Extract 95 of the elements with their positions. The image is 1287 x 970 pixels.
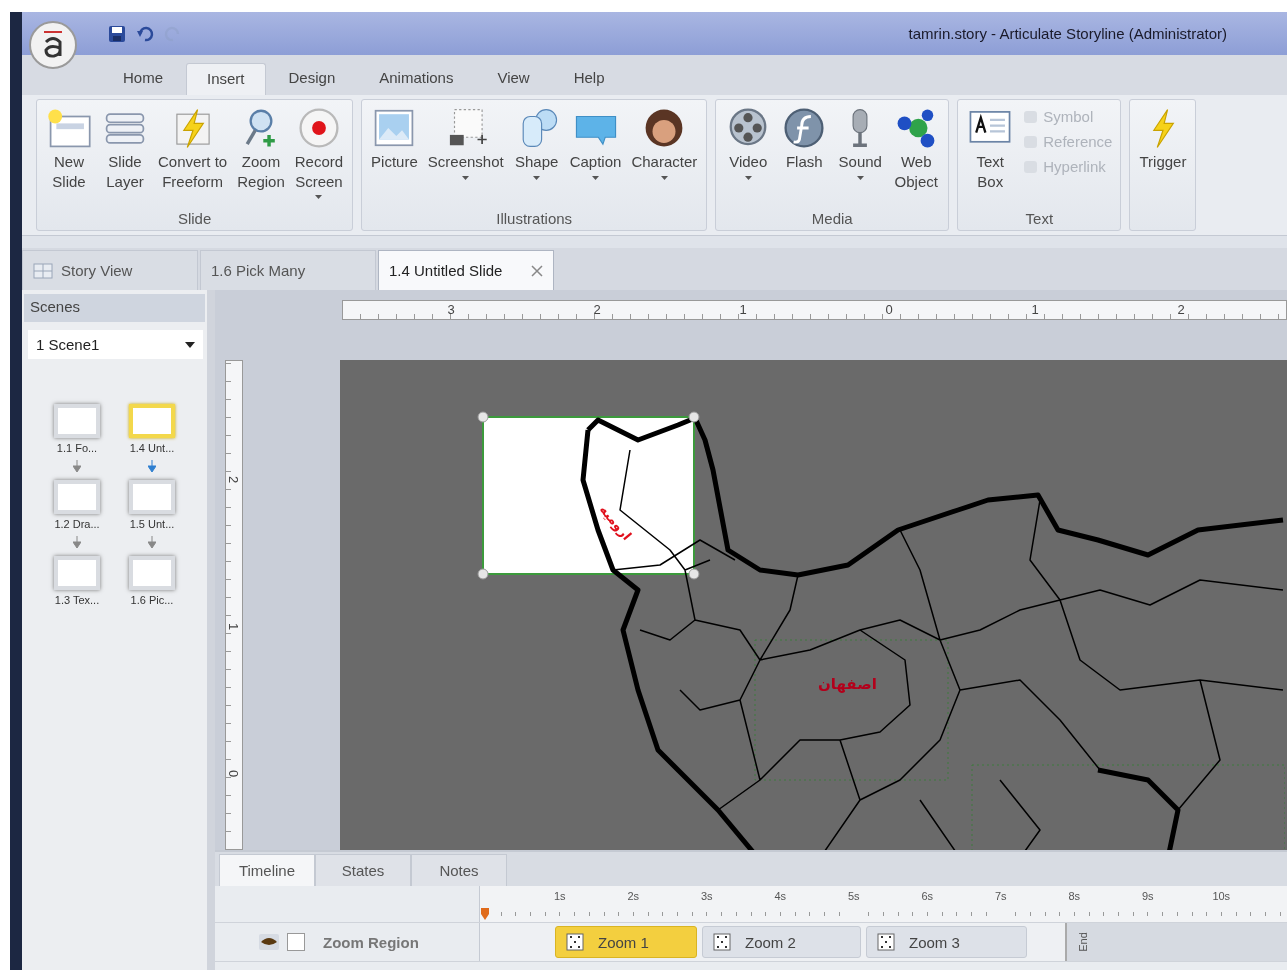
arrow-down-icon xyxy=(73,460,81,472)
close-icon[interactable] xyxy=(531,264,543,277)
end-marker-label: End xyxy=(1076,932,1089,952)
ruler-number: 1 xyxy=(1030,301,1040,319)
ribbon-group-label: Illustrations xyxy=(495,209,574,229)
time-tick-label: 8s xyxy=(1067,889,1082,902)
zoom-region-outline[interactable] xyxy=(754,639,949,781)
ribbon-button[interactable]: Video xyxy=(720,102,777,184)
ribbon-button[interactable]: Convert to Freeform xyxy=(153,102,233,195)
window-title: tamrin.story - Articulate Storyline (Administrator) xyxy=(908,25,1227,42)
save-icon[interactable] xyxy=(108,24,126,43)
time-tick-label: 6s xyxy=(920,889,935,902)
timeline-bar[interactable]: Zoom 2 xyxy=(702,926,861,958)
slide-label: 1.5 Unt... xyxy=(129,518,175,530)
ribbon-button[interactable]: Sound xyxy=(832,102,889,184)
slide-label: 1.6 Pic... xyxy=(130,594,174,606)
zoom-region-outline[interactable] xyxy=(971,764,1285,850)
zoom-region-icon xyxy=(713,933,731,951)
ribbon-button[interactable]: Caption xyxy=(564,102,627,184)
ruler-number: 2 xyxy=(225,475,243,484)
panel-tab[interactable]: Notes xyxy=(411,854,507,886)
arrow-down-icon xyxy=(73,536,81,548)
ribbon-tab[interactable]: Home xyxy=(102,62,184,95)
ribbon-tab[interactable]: View xyxy=(476,62,551,95)
slide-thumbnail[interactable] xyxy=(54,556,100,590)
slide-thumbnail[interactable] xyxy=(54,404,100,438)
ruler-number: 3 xyxy=(446,301,456,319)
undo-icon[interactable] xyxy=(136,24,154,43)
selection-handle-icon[interactable] xyxy=(477,411,489,423)
ruler-number: 0 xyxy=(884,301,894,319)
slide-label: 1.4 Unt... xyxy=(129,442,175,454)
ribbon-button[interactable]: Trigger xyxy=(1134,102,1192,176)
ruler-number: 2 xyxy=(592,301,602,319)
dropdown-arrow-icon xyxy=(185,341,195,348)
selection-handle-icon[interactable] xyxy=(688,568,700,580)
ribbon-button[interactable]: Picture xyxy=(366,102,423,176)
eye-icon[interactable] xyxy=(259,934,279,950)
time-tick-label: 10s xyxy=(1211,889,1232,902)
panel-title: Scenes xyxy=(24,294,205,322)
slide-thumbnail[interactable] xyxy=(129,480,175,514)
ribbon-button[interactable]: Zoom Region xyxy=(232,102,290,195)
arrow-down-icon xyxy=(148,460,156,472)
ruler-number: 2 xyxy=(1176,301,1186,319)
ribbon-button[interactable]: Shape xyxy=(508,102,565,184)
ribbon-button[interactable]: Screenshot xyxy=(422,102,509,184)
ribbon-group-label: Text xyxy=(1024,209,1055,229)
map-label: اصفهان xyxy=(818,675,877,693)
ribbon-tab[interactable]: Help xyxy=(552,62,626,95)
zoom-region-icon xyxy=(877,933,895,951)
slide-label: 1.2 Dra... xyxy=(54,518,100,530)
slide-thumbnail[interactable] xyxy=(129,556,175,590)
ribbon-tab[interactable]: Animations xyxy=(358,62,475,95)
timeline-bar[interactable]: Zoom 1 xyxy=(555,926,697,958)
time-tick-label: 2s xyxy=(626,889,641,902)
ruler-number: 0 xyxy=(225,769,243,778)
slide-label: 1.1 Fo... xyxy=(56,442,98,454)
ribbon-button[interactable]: Character xyxy=(626,102,703,184)
ruler-number: 1 xyxy=(738,301,748,319)
lock-checkbox[interactable] xyxy=(287,933,305,951)
ribbon-tab[interactable]: Insert xyxy=(186,63,266,95)
time-tick-label: 5s xyxy=(846,889,861,902)
selection-handle-icon[interactable] xyxy=(477,568,489,580)
time-tick-label: 3s xyxy=(699,889,714,902)
slide-thumbnail[interactable] xyxy=(129,404,175,438)
document-tab[interactable]: 1.4 Untitled Slide xyxy=(378,250,554,290)
time-tick-label: 9s xyxy=(1140,889,1155,902)
story-grid-icon xyxy=(33,262,53,279)
timeline-bar[interactable]: Zoom 3 xyxy=(866,926,1027,958)
ribbon-button[interactable]: Web Object xyxy=(888,102,945,195)
ribbon-tab[interactable]: Design xyxy=(267,62,357,95)
ribbon-button[interactable]: Flash xyxy=(776,102,833,176)
selection-handle-icon[interactable] xyxy=(688,411,700,423)
document-tab[interactable]: 1.6 Pick Many xyxy=(200,250,376,290)
time-tick-label: 7s xyxy=(993,889,1008,902)
zoom-region-frame[interactable] xyxy=(482,416,695,575)
ribbon-group-label: Slide xyxy=(176,209,213,229)
scene-dropdown[interactable]: 1 Scene1 xyxy=(28,330,203,359)
ribbon-button[interactable]: Record Screen xyxy=(289,102,349,203)
map-label: ارومیه xyxy=(596,501,635,544)
arrow-down-icon xyxy=(148,536,156,548)
panel-tab[interactable]: Timeline xyxy=(219,854,315,886)
ribbon-button[interactable]: Slide Layer xyxy=(97,102,153,195)
layer-name: Zoom Region xyxy=(323,933,419,951)
playhead-icon[interactable] xyxy=(481,908,489,920)
ribbon-button[interactable]: New Slide xyxy=(41,102,97,195)
time-tick-label: 1s xyxy=(552,889,567,902)
document-tab[interactable]: Story View xyxy=(22,250,198,290)
ribbon-group-label: Media xyxy=(810,209,854,229)
panel-tab[interactable]: States xyxy=(315,854,411,886)
time-tick-label: 4s xyxy=(773,889,788,902)
ruler-number: 1 xyxy=(225,622,243,631)
ribbon-button[interactable]: Text Box xyxy=(962,102,1019,195)
zoom-region-icon xyxy=(566,933,584,951)
slide-label: 1.3 Tex... xyxy=(54,594,100,606)
slide-thumbnail[interactable] xyxy=(54,480,100,514)
